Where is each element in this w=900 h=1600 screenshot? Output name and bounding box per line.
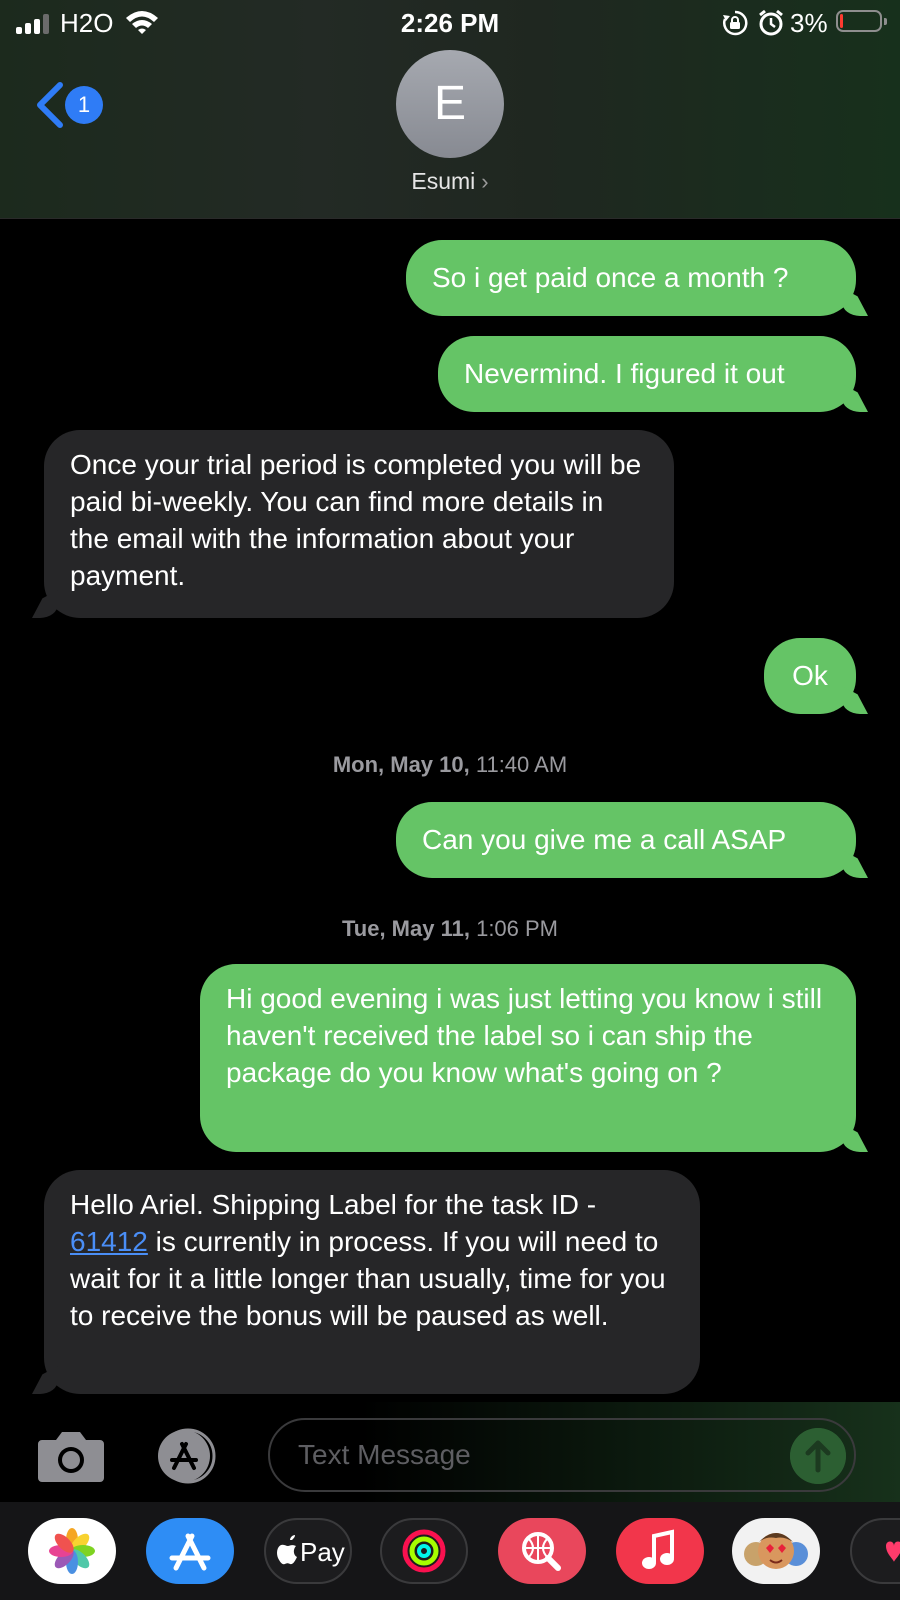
status-bar: H2O 2:26 PM 3% bbox=[0, 0, 900, 46]
digital-touch-app-icon[interactable] bbox=[850, 1518, 900, 1584]
memoji-app-icon[interactable] bbox=[732, 1518, 820, 1584]
message-bubble-outgoing[interactable]: Nevermind. I figured it out bbox=[438, 336, 856, 412]
timestamp-day: Mon, May 10, bbox=[332, 752, 470, 777]
imessage-app-drawer: Pay bbox=[0, 1502, 900, 1600]
message-bubble-incoming[interactable]: Once your trial period is completed you … bbox=[44, 430, 674, 618]
message-bubble-outgoing[interactable]: Ok bbox=[764, 638, 856, 714]
activity-app-icon[interactable] bbox=[380, 1518, 468, 1584]
camera-button[interactable] bbox=[36, 1428, 106, 1484]
message-bubble-incoming[interactable]: Hello Ariel. Shipping Label for the task… bbox=[44, 1170, 700, 1394]
conversation-header: H2O 2:26 PM 3% 1 E Esumi › bbox=[0, 0, 900, 219]
message-bubble-outgoing[interactable]: Hi good evening i was just letting you k… bbox=[200, 964, 856, 1152]
back-button[interactable]: 1 bbox=[32, 80, 112, 130]
message-timestamp: Tue, May 11, 1:06 PM bbox=[0, 916, 900, 942]
apple-pay-label: Pay bbox=[300, 1537, 345, 1567]
back-chevron-icon bbox=[37, 82, 63, 128]
app-store-button[interactable] bbox=[150, 1428, 230, 1484]
app-store-app-icon[interactable] bbox=[146, 1518, 234, 1584]
apple-pay-app-icon[interactable]: Pay bbox=[264, 1518, 352, 1584]
message-bubble-outgoing[interactable]: Can you give me a call ASAP bbox=[396, 802, 856, 878]
unread-count-badge: 1 bbox=[65, 86, 103, 124]
task-id-link[interactable]: 61412 bbox=[70, 1226, 148, 1257]
contact-name: Esumi bbox=[411, 168, 476, 194]
chevron-right-icon: › bbox=[481, 169, 489, 194]
message-input-placeholder: Text Message bbox=[298, 1439, 471, 1470]
message-bubble-outgoing[interactable]: So i get paid once a month ? bbox=[406, 240, 856, 316]
timestamp-time: 11:40 AM bbox=[475, 752, 568, 777]
web-search-app-icon[interactable] bbox=[498, 1518, 586, 1584]
music-app-icon[interactable] bbox=[616, 1518, 704, 1584]
alarm-icon bbox=[759, 9, 783, 36]
rotation-lock-icon bbox=[723, 10, 748, 36]
contact-avatar[interactable]: E bbox=[396, 50, 504, 158]
message-text: Hello Ariel. Shipping Label for the task… bbox=[70, 1189, 597, 1220]
battery-percentage: 3% bbox=[790, 8, 828, 38]
contact-name-button[interactable]: Esumi › bbox=[0, 168, 900, 195]
timestamp-time: 1:06 PM bbox=[476, 916, 559, 941]
message-input[interactable]: Text Message bbox=[268, 1418, 856, 1492]
compose-bar: Text Message bbox=[0, 1402, 900, 1502]
message-timestamp: Mon, May 10, 11:40 AM bbox=[0, 752, 900, 778]
send-button[interactable] bbox=[790, 1428, 846, 1484]
battery-icon bbox=[836, 10, 887, 32]
photos-app-icon[interactable] bbox=[28, 1518, 116, 1584]
timestamp-day: Tue, May 11, bbox=[341, 916, 470, 941]
battery-level-fill bbox=[840, 14, 843, 28]
message-text: is currently in process. If you will nee… bbox=[70, 1226, 666, 1331]
